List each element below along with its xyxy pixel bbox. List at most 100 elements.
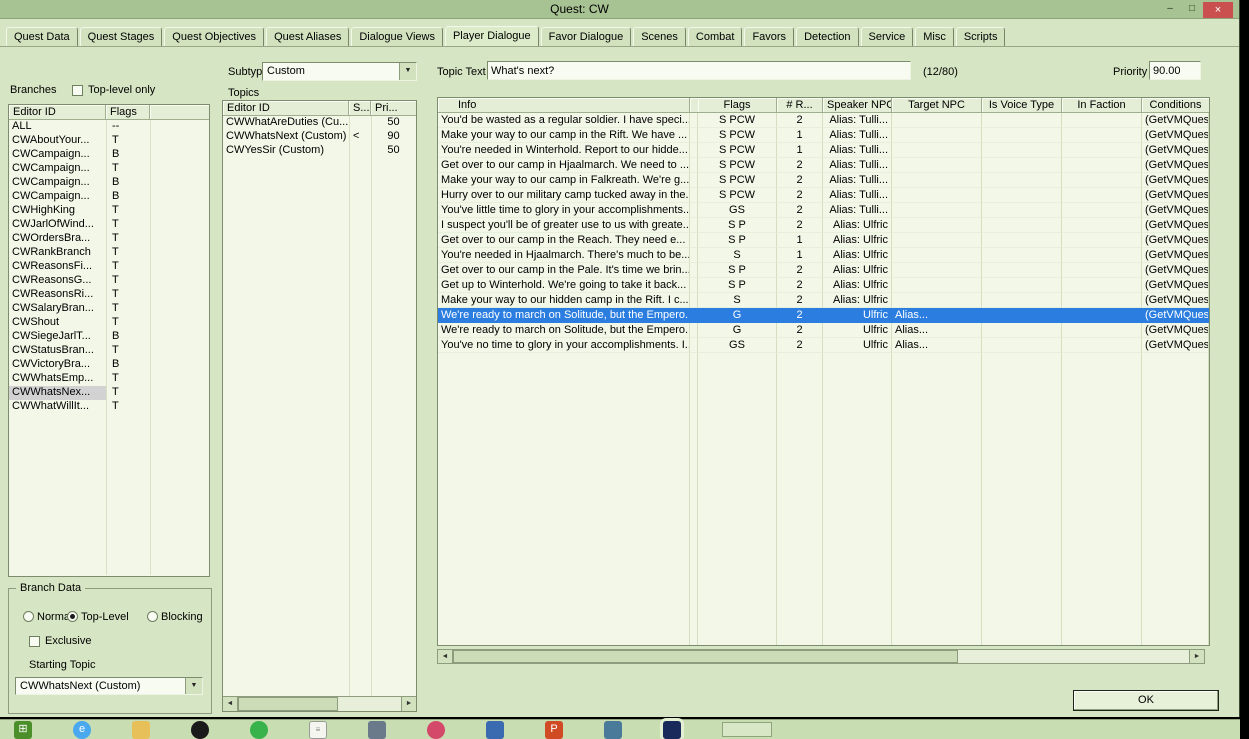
info-row[interactable]: I suspect you'll be of greater use to us… — [438, 218, 1209, 233]
radio-blocking[interactable]: Blocking — [147, 611, 203, 624]
branch-row[interactable]: ALL -- — [9, 120, 209, 134]
info-row[interactable]: We're ready to march on Solitude, but th… — [438, 308, 1209, 323]
topics-scroll-track[interactable] — [238, 697, 401, 711]
branch-row[interactable]: CWCampaign... T — [9, 162, 209, 176]
radio-button-icon[interactable] — [147, 611, 158, 622]
info-col-faction[interactable]: In Faction — [1062, 98, 1142, 113]
branch-row[interactable]: CWShout T — [9, 316, 209, 330]
maximize-button[interactable]: □ — [1181, 2, 1203, 18]
topics-col-editor-id[interactable]: Editor ID — [223, 101, 349, 116]
info-col-info[interactable]: Info — [438, 98, 690, 113]
radio-normal[interactable]: Normal — [23, 611, 72, 624]
tab-scenes[interactable]: Scenes — [633, 27, 686, 47]
start-button[interactable]: ⊞ — [14, 720, 32, 739]
tab-quest-objectives[interactable]: Quest Objectives — [164, 27, 265, 47]
branches-col-editor-id[interactable]: Editor ID — [9, 105, 106, 120]
app-icon-blue[interactable] — [486, 720, 504, 739]
ok-button[interactable]: OK — [1073, 690, 1219, 711]
info-scroll-thumb[interactable] — [453, 650, 958, 663]
branches-col-flags[interactable]: Flags — [106, 105, 150, 120]
branch-row[interactable]: CWHighKing T — [9, 204, 209, 218]
branch-row[interactable]: CWWhatWillIt... T — [9, 400, 209, 414]
tab-quest-aliases[interactable]: Quest Aliases — [266, 27, 350, 47]
branch-row[interactable]: CWWhatsNex... T — [9, 386, 209, 400]
radio-button-icon[interactable] — [23, 611, 34, 622]
branch-row[interactable]: CWReasonsG... T — [9, 274, 209, 288]
branch-row[interactable]: CWCampaign... B — [9, 148, 209, 162]
tab-detection[interactable]: Detection — [796, 27, 859, 47]
branch-row[interactable]: CWReasonsRi... T — [9, 288, 209, 302]
dropdown-arrow-icon[interactable]: ▼ — [185, 678, 202, 694]
document-icon[interactable]: ≡ — [309, 720, 327, 739]
scroll-right-icon[interactable]: ► — [401, 697, 416, 711]
topics-col-pri[interactable]: Pri... — [371, 101, 416, 116]
tab-dialogue-views[interactable]: Dialogue Views — [351, 27, 443, 47]
folder-icon[interactable] — [132, 720, 150, 739]
info-row[interactable]: Get over to our camp in the Pale. It's t… — [438, 263, 1209, 278]
tab-quest-stages[interactable]: Quest Stages — [79, 27, 163, 47]
scroll-right-icon[interactable]: ► — [1189, 650, 1204, 663]
info-row[interactable]: You're needed in Winterhold. Report to o… — [438, 143, 1209, 158]
info-row[interactable]: You're needed in Hjaalmarch. There's muc… — [438, 248, 1209, 263]
info-hscrollbar[interactable]: ◄ ► — [437, 649, 1205, 664]
info-row[interactable]: Get over to our camp in Hjaalmarch. We n… — [438, 158, 1209, 173]
browser-icon[interactable]: e — [73, 720, 91, 739]
info-row[interactable]: Get over to our camp in the Reach. They … — [438, 233, 1209, 248]
radio-top-level[interactable]: Top-Level — [67, 611, 129, 624]
exclusive-checkbox[interactable] — [29, 636, 40, 647]
info-row[interactable]: You'd be wasted as a regular soldier. I … — [438, 113, 1209, 128]
branch-row[interactable]: CWReasonsFi... T — [9, 260, 209, 274]
powerpoint-icon[interactable]: P — [545, 720, 563, 739]
radio-button-icon[interactable] — [67, 611, 78, 622]
branch-row[interactable]: CWRankBranch T — [9, 246, 209, 260]
branch-row[interactable]: CWSalaryBran... T — [9, 302, 209, 316]
info-col-conditions[interactable]: Conditions — [1142, 98, 1209, 113]
top-level-only-checkbox[interactable] — [72, 85, 83, 96]
branch-row[interactable]: CWStatusBran... T — [9, 344, 209, 358]
app-icon-navy[interactable] — [663, 720, 681, 739]
info-row[interactable]: You've little time to glory in your acco… — [438, 203, 1209, 218]
branch-row[interactable]: CWVictoryBra... B — [9, 358, 209, 372]
topic-text-input[interactable] — [487, 61, 911, 80]
priority-input[interactable] — [1149, 61, 1201, 80]
info-row[interactable]: Hurry over to our military camp tucked a… — [438, 188, 1209, 203]
tab-misc[interactable]: Misc — [915, 27, 954, 47]
topics-scroll-thumb[interactable] — [238, 697, 338, 711]
branch-row[interactable]: CWCampaign... B — [9, 190, 209, 204]
info-row[interactable]: Make your way to our hidden camp in the … — [438, 293, 1209, 308]
info-row[interactable]: Get up to Winterhold. We're going to tak… — [438, 278, 1209, 293]
topic-row[interactable]: CWWhatsNext (Custom) <90 — [223, 130, 416, 144]
tab-combat[interactable]: Combat — [687, 27, 743, 47]
dropdown-arrow-icon[interactable]: ▼ — [399, 63, 416, 80]
branch-row[interactable]: CWAboutYour... T — [9, 134, 209, 148]
tab-service[interactable]: Service — [860, 27, 914, 47]
info-row[interactable]: Make your way to our camp in the Rift. W… — [438, 128, 1209, 143]
tab-favors[interactable]: Favors — [744, 27, 795, 47]
app-icon-green[interactable] — [250, 720, 268, 739]
branch-row[interactable]: CWSiegeJarlT... B — [9, 330, 209, 344]
topic-row[interactable]: CWWhatAreDuties (Cu... 50 — [223, 116, 416, 130]
info-col-responses[interactable]: # R... — [777, 98, 823, 113]
tab-player-dialogue[interactable]: Player Dialogue — [444, 26, 539, 47]
app-icon-steel[interactable] — [604, 720, 622, 739]
tab-favor-dialogue[interactable]: Favor Dialogue — [540, 27, 632, 47]
topic-row[interactable]: CWYesSir (Custom) 50 — [223, 144, 416, 158]
close-button[interactable]: × — [1203, 1, 1233, 18]
topics-hscrollbar[interactable]: ◄ ► — [223, 696, 416, 711]
tab-quest-data[interactable]: Quest Data — [6, 27, 78, 47]
minimize-button[interactable]: – — [1159, 2, 1181, 18]
info-row[interactable]: Make your way to our camp in Falkreath. … — [438, 173, 1209, 188]
app-icon-red[interactable] — [427, 720, 445, 739]
branch-row[interactable]: CWCampaign... B — [9, 176, 209, 190]
info-row[interactable]: We're ready to march on Solitude, but th… — [438, 323, 1209, 338]
info-col-speaker[interactable]: Speaker NPC — [823, 98, 892, 113]
open-window-button[interactable] — [722, 722, 772, 737]
scroll-left-icon[interactable]: ◄ — [223, 697, 238, 711]
branch-row[interactable]: CWJarlOfWind... T — [9, 218, 209, 232]
info-row[interactable]: You've no time to glory in your accompli… — [438, 338, 1209, 353]
info-col-voice-type[interactable]: Is Voice Type — [982, 98, 1062, 113]
topics-col-s[interactable]: S... — [349, 101, 371, 116]
tab-scripts[interactable]: Scripts — [955, 27, 1006, 47]
branch-row[interactable]: CWOrdersBra... T — [9, 232, 209, 246]
branch-row[interactable]: CWWhatsEmp... T — [9, 372, 209, 386]
